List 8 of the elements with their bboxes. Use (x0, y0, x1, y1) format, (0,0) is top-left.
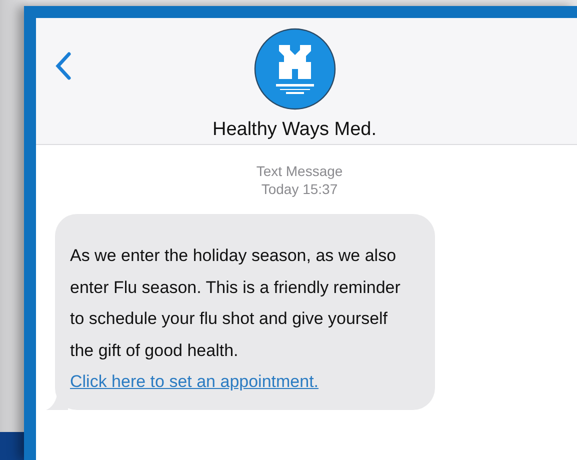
message-type-label: Text Message (256, 162, 343, 180)
appointment-link[interactable]: Click here to set an appointment. (70, 372, 319, 391)
contact-name: Healthy Ways Med. (212, 119, 376, 141)
background-panel (0, 432, 24, 460)
message-timestamp: Today 15:37 (261, 180, 338, 198)
message-text: As we enter the holiday season, as we also enter Flu season. This is a friendly reminder to schedule your flu shot and give yourself the gift of good health. Click here to set an appointment. (70, 245, 402, 393)
logo-icon (254, 28, 336, 110)
back-chevron-icon[interactable] (54, 51, 72, 81)
